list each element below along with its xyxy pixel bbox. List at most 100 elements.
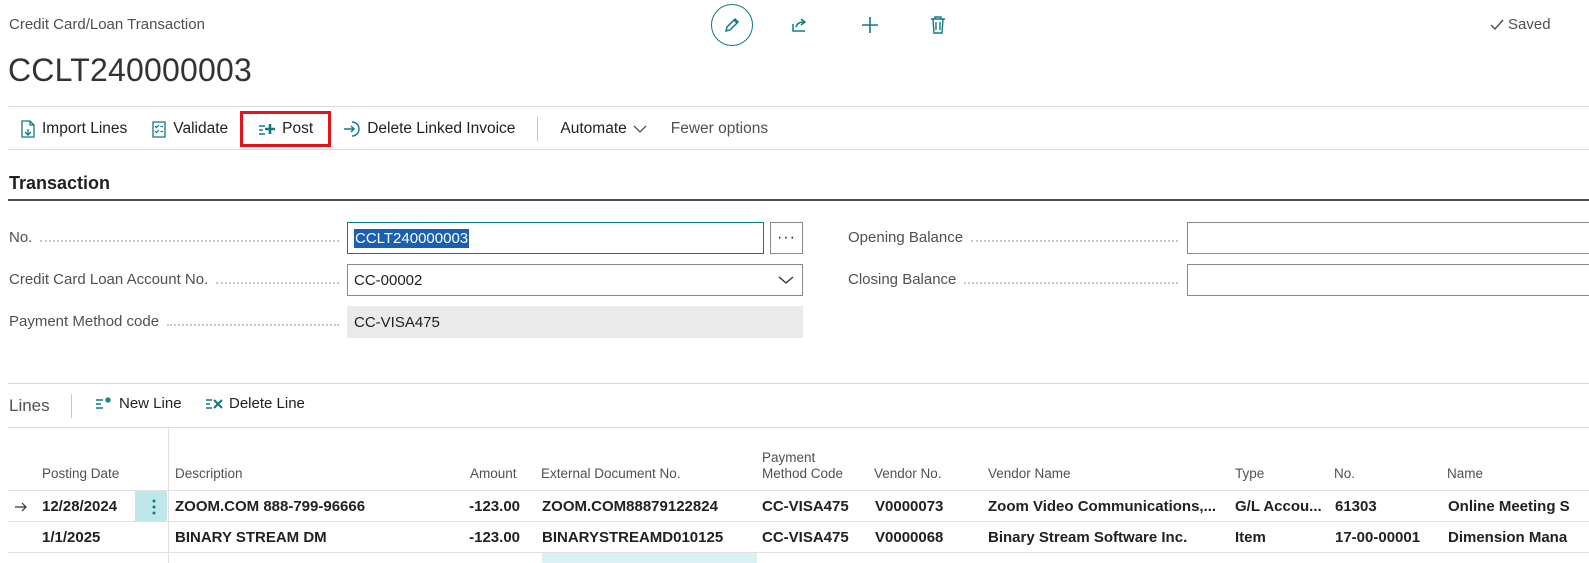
post-button[interactable]: Post xyxy=(240,111,332,147)
col-no[interactable]: No. xyxy=(1334,466,1355,482)
chevron-down-icon xyxy=(778,276,794,284)
opening-balance-label-text: Opening Balance xyxy=(848,229,964,246)
cell-description[interactable]: BINARY STREAM DM xyxy=(175,522,455,553)
partial-highlight xyxy=(542,553,757,563)
check-icon xyxy=(1490,19,1504,30)
transaction-section-title: Transaction xyxy=(9,173,111,193)
validate-label: Validate xyxy=(173,120,229,137)
pencil-icon xyxy=(724,17,740,33)
col-vendor-no[interactable]: Vendor No. xyxy=(874,466,942,482)
saved-status: Saved xyxy=(1490,16,1551,33)
automate-label: Automate xyxy=(560,120,627,137)
table-row[interactable]: 1/1/2025 BINARY STREAM DM -123.00 BINARY… xyxy=(8,521,1589,553)
col-payment-method[interactable]: Payment Method Code xyxy=(762,450,843,482)
col-amount[interactable]: Amount xyxy=(470,466,517,482)
chevron-down-icon xyxy=(633,125,647,133)
validate-button[interactable]: Validate xyxy=(139,112,240,146)
more-vertical-icon xyxy=(152,499,156,514)
opening-balance-input[interactable] xyxy=(1187,222,1589,254)
no-lookup-button[interactable]: ··· xyxy=(770,222,803,254)
divider xyxy=(8,383,1589,384)
cell-name[interactable]: Online Meeting S xyxy=(1448,491,1589,522)
cell-payment-method[interactable]: CC-VISA475 xyxy=(762,491,868,522)
import-lines-label: Import Lines xyxy=(42,120,128,137)
leader-dots xyxy=(216,281,339,284)
cell-amount[interactable]: -123.00 xyxy=(458,522,520,553)
fewer-options-label: Fewer options xyxy=(670,120,769,137)
col-type[interactable]: Type xyxy=(1235,466,1264,482)
leader-dots xyxy=(971,239,1178,242)
table-row[interactable]: 12/28/2024 ZOOM.COM 888-799-96666 -123.0… xyxy=(8,490,1589,522)
delete-line-label: Delete Line xyxy=(229,395,305,412)
import-icon xyxy=(21,120,35,138)
col-vendor-name[interactable]: Vendor Name xyxy=(988,466,1071,482)
cell-external-doc[interactable]: ZOOM.COM88879122824 xyxy=(542,491,757,522)
divider xyxy=(8,149,1589,150)
delete-line-button[interactable]: Delete Line xyxy=(205,395,305,412)
cell-vendor-no[interactable]: V0000073 xyxy=(875,491,981,522)
leader-dots xyxy=(40,239,339,242)
delete-linked-invoice-button[interactable]: Delete Linked Invoice xyxy=(331,112,527,146)
cell-amount[interactable]: -123.00 xyxy=(458,491,520,522)
breadcrumb: Credit Card/Loan Transaction xyxy=(9,16,205,33)
share-icon xyxy=(792,18,807,32)
edit-button[interactable] xyxy=(711,4,753,46)
leader-dots xyxy=(964,281,1178,284)
no-input-value: CCLT240000003 xyxy=(354,228,470,248)
cell-posting-date[interactable]: 12/28/2024 xyxy=(42,491,134,522)
account-select-value: CC-00002 xyxy=(354,271,423,289)
saved-label: Saved xyxy=(1508,16,1551,33)
cell-external-doc[interactable]: BINARYSTREAMD010125 xyxy=(542,522,757,553)
opening-balance-label: Opening Balance xyxy=(848,229,1184,246)
cell-name[interactable]: Dimension Mana xyxy=(1448,522,1589,553)
no-label-text: No. xyxy=(9,229,33,246)
cell-description[interactable]: ZOOM.COM 888-799-96666 xyxy=(175,491,455,522)
no-input[interactable]: CCLT240000003 xyxy=(347,222,764,254)
col-description[interactable]: Description xyxy=(175,466,243,482)
col-external-doc[interactable]: External Document No. xyxy=(541,466,681,482)
delete-line-icon xyxy=(206,398,223,409)
row-actions-button[interactable] xyxy=(144,491,164,522)
no-label: No. xyxy=(9,229,345,246)
cell-posting-date[interactable]: 1/1/2025 xyxy=(42,522,134,553)
new-line-button[interactable]: New Line xyxy=(95,395,182,412)
closing-balance-input[interactable] xyxy=(1187,264,1589,296)
action-bar: Import Lines Validate Post Delete Linked… xyxy=(8,111,780,147)
cell-type[interactable]: G/L Accou... xyxy=(1235,491,1329,522)
checklist-icon xyxy=(152,121,166,138)
col-payment-method-line1: Payment xyxy=(762,450,816,465)
fewer-options-button[interactable]: Fewer options xyxy=(659,112,780,146)
cell-vendor-name[interactable]: Binary Stream Software Inc. xyxy=(988,522,1228,553)
delete-linked-invoice-label: Delete Linked Invoice xyxy=(367,120,516,137)
automate-menu[interactable]: Automate xyxy=(548,112,658,146)
account-label: Credit Card Loan Account No. xyxy=(9,271,345,288)
section-rule xyxy=(8,199,1589,201)
page-title: CCLT240000003 xyxy=(8,52,252,88)
current-row-arrow-icon xyxy=(14,491,34,522)
share-button[interactable] xyxy=(778,3,822,47)
cell-type[interactable]: Item xyxy=(1235,522,1329,553)
divider xyxy=(8,427,1589,428)
account-select[interactable]: CC-00002 xyxy=(347,264,803,296)
cell-payment-method[interactable]: CC-VISA475 xyxy=(762,522,868,553)
new-button[interactable] xyxy=(848,3,892,47)
leader-dots xyxy=(167,323,339,326)
delete-button[interactable] xyxy=(916,3,960,47)
payment-method-label-text: Payment Method code xyxy=(9,313,160,330)
cell-vendor-name[interactable]: Zoom Video Communications,... xyxy=(988,491,1228,522)
col-name[interactable]: Name xyxy=(1447,466,1483,482)
ellipsis-icon: ··· xyxy=(777,229,796,246)
toolbar-separator xyxy=(71,394,72,418)
toolbar-separator xyxy=(537,117,539,141)
new-line-icon xyxy=(96,396,111,409)
cell-no[interactable]: 61303 xyxy=(1335,491,1441,522)
account-label-text: Credit Card Loan Account No. xyxy=(9,271,209,288)
lines-section-title: Lines xyxy=(9,396,50,415)
col-posting-date[interactable]: Posting Date xyxy=(42,466,119,482)
closing-balance-label: Closing Balance xyxy=(848,271,1184,288)
new-line-label: New Line xyxy=(119,395,182,412)
cell-vendor-no[interactable]: V0000068 xyxy=(875,522,981,553)
import-lines-button[interactable]: Import Lines xyxy=(8,112,139,146)
cell-no[interactable]: 17-00-00001 xyxy=(1335,522,1441,553)
post-label: Post xyxy=(282,120,314,137)
